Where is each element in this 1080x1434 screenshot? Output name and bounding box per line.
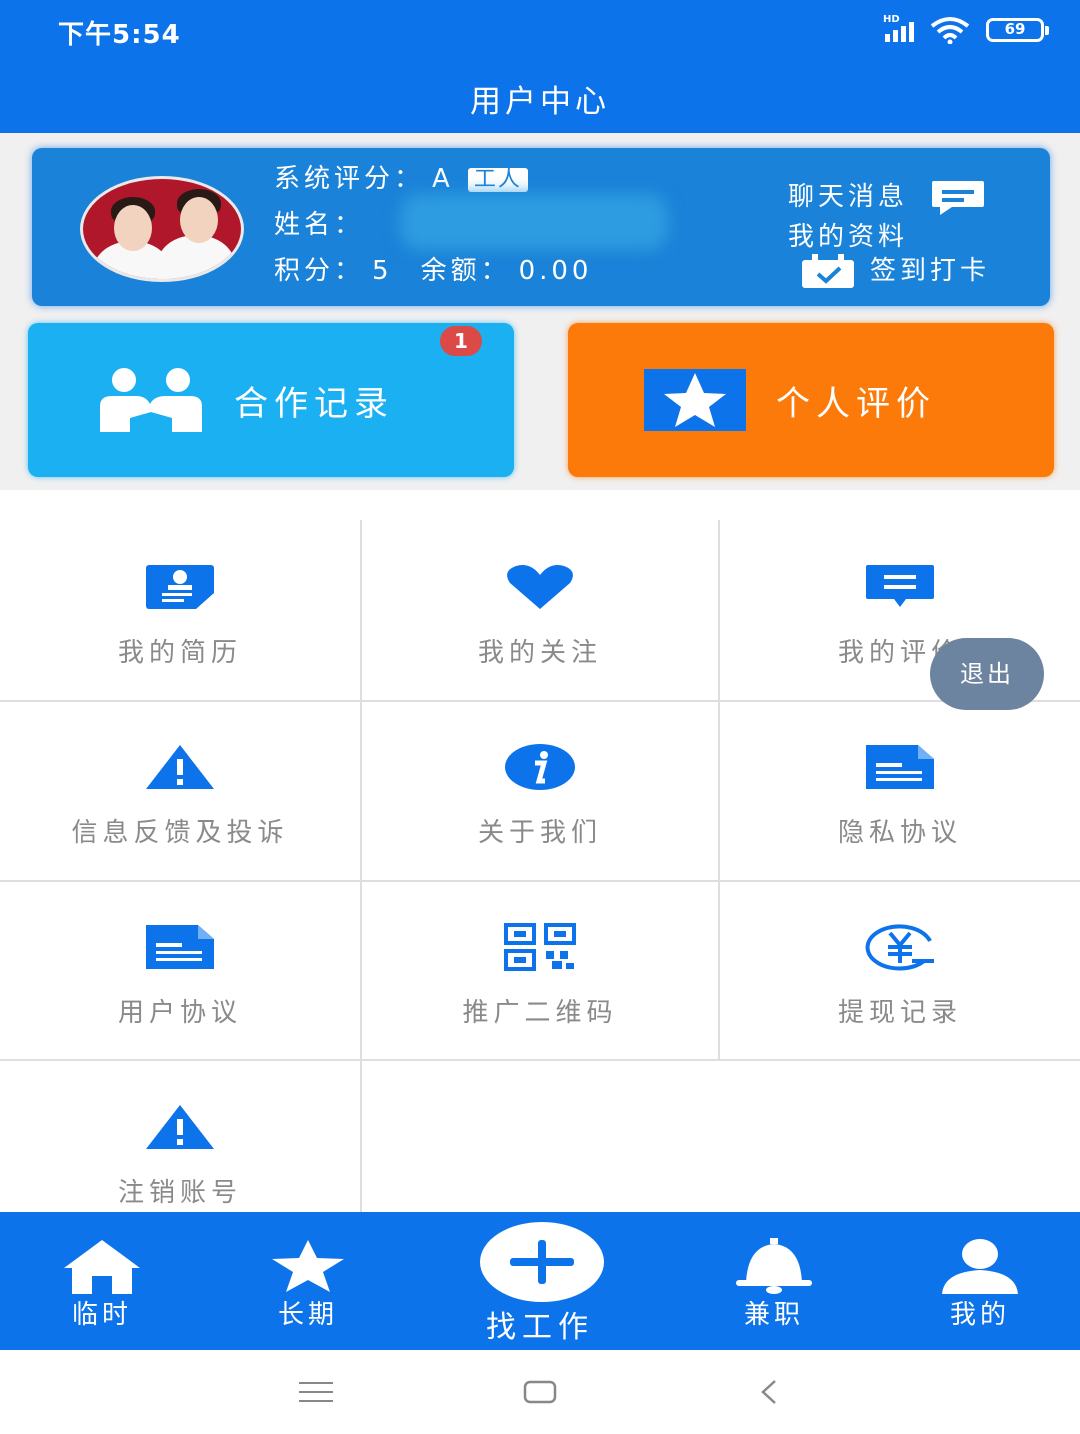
grid-item-withdrawal-records[interactable]: 提现记录 bbox=[720, 880, 1080, 1059]
grid-item-label: 关于我们 bbox=[477, 818, 602, 848]
personal-evaluation-label: 个人评价 bbox=[776, 383, 936, 424]
handshake-people-icon bbox=[100, 368, 202, 432]
grid-item-label: 推广二维码 bbox=[462, 998, 618, 1028]
grid-item-label: 我的简历 bbox=[117, 638, 242, 668]
nav-label: 临时 bbox=[71, 1300, 132, 1330]
avatar bbox=[80, 176, 244, 282]
role-badge: 工人 bbox=[467, 167, 528, 192]
grid-item-label: 提现记录 bbox=[837, 998, 962, 1028]
nav-item-mine[interactable]: 我的 bbox=[900, 1212, 1060, 1350]
check-in-link[interactable]: 签到打卡 bbox=[800, 250, 990, 290]
chat-icon bbox=[932, 180, 985, 215]
heart-icon bbox=[503, 562, 577, 612]
points-line: 积分： 5 余额： 0.00 bbox=[274, 250, 592, 287]
points-value: 5 bbox=[372, 256, 393, 286]
plus-icon bbox=[510, 1240, 574, 1284]
yuan-icon bbox=[863, 922, 937, 972]
page-title: 用户中心 bbox=[470, 84, 610, 120]
grid-item-my-resume[interactable]: 我的简历 bbox=[0, 520, 360, 699]
grid-item-user-agreement[interactable]: 用户协议 bbox=[0, 880, 360, 1059]
back-icon[interactable] bbox=[748, 1372, 788, 1412]
nav-label: 兼职 bbox=[743, 1300, 804, 1330]
name-value-redacted bbox=[400, 194, 668, 250]
menu-icon[interactable] bbox=[296, 1372, 336, 1412]
status-icons: HD 69 bbox=[883, 14, 1049, 44]
nav-item-long-term[interactable]: 长期 bbox=[228, 1212, 388, 1350]
grid-item-label: 隐私协议 bbox=[837, 818, 962, 848]
system-nav-bar bbox=[0, 1350, 1080, 1434]
grid-item-my-follows[interactable]: 我的关注 bbox=[360, 520, 720, 699]
warning-icon bbox=[143, 1102, 217, 1152]
star-icon bbox=[644, 369, 746, 431]
star-icon bbox=[268, 1234, 348, 1294]
wifi-icon bbox=[930, 17, 970, 44]
grid-item-feedback-complaints[interactable]: 信息反馈及投诉 bbox=[0, 700, 360, 879]
grid-item-label: 我的关注 bbox=[477, 638, 602, 668]
document-icon bbox=[863, 742, 937, 792]
network-type: HD bbox=[883, 14, 900, 25]
find-job-label: 找工作 bbox=[486, 1310, 594, 1345]
comment-icon bbox=[863, 562, 937, 612]
signal-icon: HD bbox=[883, 14, 914, 42]
rating-line: 系统评分： A 工人 bbox=[274, 158, 528, 195]
notification-badge: 1 bbox=[440, 326, 482, 356]
qrcode-icon bbox=[503, 922, 577, 972]
name-label: 姓名： bbox=[274, 210, 365, 240]
grid-item-promo-qrcode[interactable]: 推广二维码 bbox=[360, 880, 720, 1059]
nav-label: 我的 bbox=[949, 1300, 1010, 1330]
resume-icon bbox=[143, 562, 217, 612]
cooperation-records-label: 合作记录 bbox=[234, 383, 394, 424]
user-icon bbox=[940, 1234, 1020, 1294]
find-job-button[interactable] bbox=[480, 1222, 604, 1302]
points-label: 积分： bbox=[274, 256, 365, 286]
chat-messages-label: 聊天消息 bbox=[788, 182, 909, 212]
rating-label: 系统评分： bbox=[274, 164, 425, 194]
check-in-label: 签到打卡 bbox=[870, 256, 991, 286]
personal-evaluation-button[interactable]: 个人评价 bbox=[568, 323, 1054, 477]
grid-item-about-us[interactable]: 关于我们 bbox=[360, 700, 720, 879]
grid-item-privacy-agreement[interactable]: 隐私协议 bbox=[720, 700, 1080, 879]
balance-label: 余额： bbox=[420, 256, 511, 286]
profile-card: 系统评分： A 工人 姓名： 积分： 5 余额： 0.00 聊天消息 我的资料 签到打卡 bbox=[32, 148, 1050, 306]
grid-item-label: 注销账号 bbox=[117, 1178, 242, 1208]
chat-messages-link[interactable]: 聊天消息 bbox=[788, 176, 986, 217]
logout-button[interactable]: 退出 bbox=[930, 638, 1044, 710]
top-bar: 下午5:54 HD 69 用户中心 bbox=[0, 0, 1080, 133]
rating-value: A bbox=[432, 164, 454, 194]
grid-item-label: 信息反馈及投诉 bbox=[71, 818, 289, 848]
nav-item-temporary[interactable]: 临时 bbox=[22, 1212, 182, 1350]
my-info-link[interactable]: 我的资料 bbox=[788, 216, 908, 253]
nav-item-part-time[interactable]: 兼职 bbox=[694, 1212, 854, 1350]
warning-icon bbox=[143, 742, 217, 792]
home-button-icon[interactable] bbox=[520, 1372, 560, 1412]
balance-value: 0.00 bbox=[518, 256, 593, 286]
info-icon bbox=[503, 742, 577, 792]
document-icon bbox=[143, 922, 217, 972]
home-icon bbox=[62, 1234, 142, 1294]
calendar-check-icon bbox=[802, 253, 854, 288]
function-grid: 我的简历 我的关注 我的评价 信息反馈及投诉 关于我们 隐私协议 用户协议 推广… bbox=[0, 520, 1080, 1212]
battery-icon: 69 bbox=[986, 18, 1049, 42]
bell-icon bbox=[734, 1234, 814, 1294]
grid-item-label: 用户协议 bbox=[117, 998, 242, 1028]
status-time: 下午5:54 bbox=[58, 20, 181, 50]
name-line: 姓名： bbox=[274, 204, 364, 241]
divider-band bbox=[0, 490, 1080, 520]
nav-label: 长期 bbox=[277, 1300, 338, 1330]
